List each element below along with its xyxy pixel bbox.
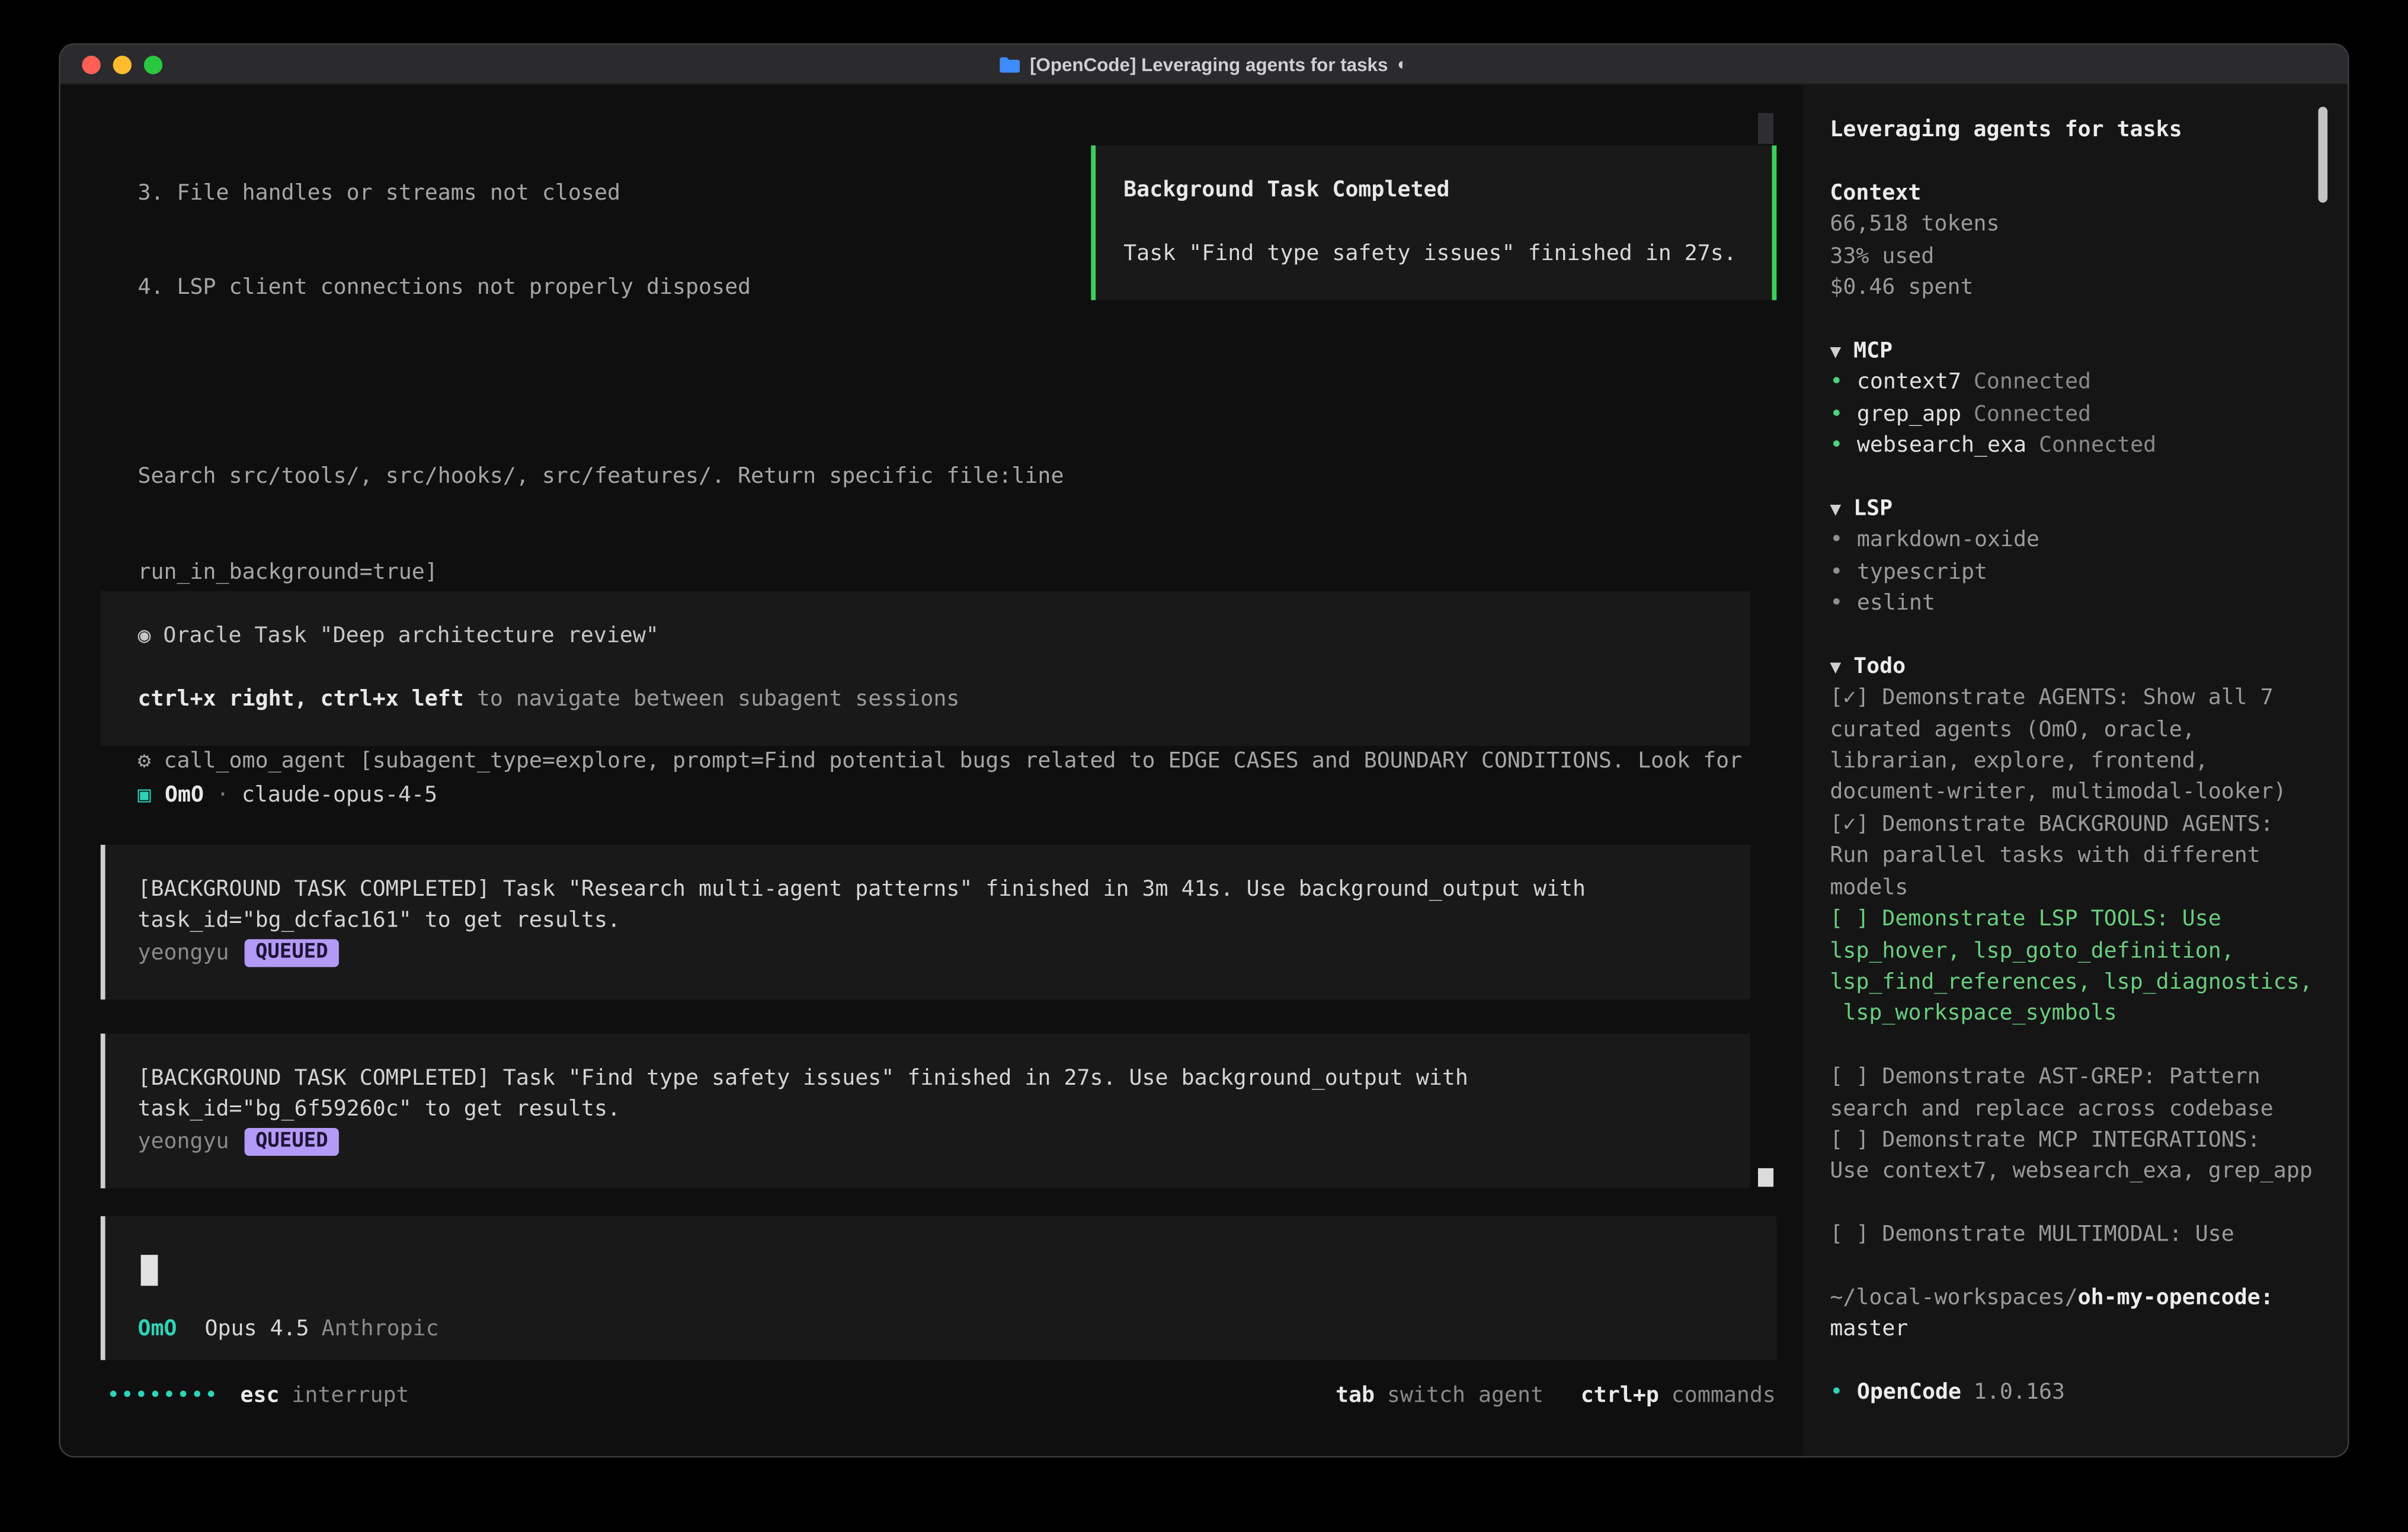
- mcp-item: •grep_appConnected: [1830, 399, 2340, 430]
- message-author: yeongyu: [137, 1126, 229, 1158]
- traffic-lights: [82, 56, 162, 74]
- todo-item-pending: [ ] Demonstrate MULTIMODAL: Use: [1830, 1219, 2340, 1251]
- separator-dot: ·: [216, 783, 229, 808]
- chevron-down-icon: ▼: [1830, 340, 1841, 362]
- agent-name: OmO: [165, 783, 204, 808]
- screen: [OpenCode] Leveraging agents for tasks ◐…: [0, 0, 2408, 1532]
- spinner-dots-icon: ••••••••: [107, 1380, 219, 1412]
- minimize-window-button[interactable]: [113, 56, 132, 74]
- queued-message: [BACKGROUND TASK COMPLETED] Task "Resear…: [101, 845, 1750, 999]
- session-sidebar: Leveraging agents for tasks Context 66,5…: [1804, 85, 2348, 1458]
- current-agent: OmO: [137, 1316, 177, 1341]
- folder-icon: [1000, 56, 1020, 72]
- message-line: [BACKGROUND TASK COMPLETED] Task "Resear…: [137, 874, 1750, 906]
- current-model: Opus 4.5: [205, 1316, 309, 1341]
- oracle-task-panel: ◉Oracle Task "Deep architecture review" …: [101, 591, 1750, 746]
- tab-key-label: switch agent: [1387, 1383, 1544, 1408]
- queued-badge: QUEUED: [245, 939, 339, 967]
- chat-scrollbar-thumb[interactable]: [1759, 1168, 1774, 1187]
- esc-key-label: interrupt: [292, 1383, 409, 1408]
- text-cursor: [141, 1255, 158, 1286]
- close-window-button[interactable]: [82, 56, 100, 74]
- todo-item-active: [ ] Demonstrate LSP TOOLS: Use lsp_hover…: [1830, 904, 2340, 1030]
- workspace-branch: master: [1830, 1314, 2340, 1345]
- toast-body: Task "Find type safety issues" finished …: [1123, 238, 1747, 270]
- todo-item-pending: [ ] Demonstrate MCP INTEGRATIONS: Use co…: [1830, 1125, 2340, 1188]
- esc-key-hint: esc: [240, 1383, 279, 1408]
- message-line: [BACKGROUND TASK COMPLETED] Task "Find t…: [137, 1063, 1750, 1094]
- lsp-item: •eslint: [1830, 588, 2340, 620]
- scrollback-line: Search src/tools/, src/hooks/, src/featu…: [137, 461, 1778, 493]
- agent-square-icon: ▣: [137, 783, 150, 808]
- prompt-input[interactable]: OmO Opus 4.5 Anthropic: [101, 1216, 1777, 1360]
- sidebar-scrollbar-thumb[interactable]: [2318, 107, 2327, 203]
- status-dot-icon: •: [1830, 433, 1843, 458]
- bullet-icon: •: [1830, 1380, 1843, 1405]
- status-dot-icon: •: [1830, 591, 1843, 616]
- message-line: task_id="bg_dcfac161" to get results.: [137, 906, 1750, 937]
- queued-badge: QUEUED: [245, 1128, 339, 1156]
- window-title-text: [OpenCode] Leveraging agents for tasks: [1030, 53, 1388, 75]
- agent-header: ▣ OmO · claude-opus-4-5: [137, 780, 437, 811]
- todo-item-done: [✓] Demonstrate BACKGROUND AGENTS: Run p…: [1830, 809, 2340, 904]
- mcp-item: •websearch_exaConnected: [1830, 430, 2340, 461]
- context-spent: $0.46 spent: [1830, 273, 2340, 304]
- background-task-toast: Background Task Completed Task "Find typ…: [1091, 146, 1776, 300]
- mcp-section-header[interactable]: ▼MCP: [1830, 335, 2340, 367]
- commands-key-hint: ctrl+p: [1581, 1383, 1659, 1408]
- status-bar: •••••••• esc interrupt tab switch agent ct…: [107, 1380, 1776, 1412]
- todo-section-header[interactable]: ▼Todo: [1830, 651, 2340, 682]
- workspace-path: ~/local-workspaces/oh-my-opencode:: [1830, 1283, 2340, 1314]
- queued-message: [BACKGROUND TASK COMPLETED] Task "Find t…: [101, 1034, 1750, 1188]
- agent-model: claude-opus-4-5: [242, 783, 437, 808]
- subagent-nav-hint: ctrl+x right, ctrl+x left to navigate be…: [137, 684, 1750, 715]
- message-author: yeongyu: [137, 937, 229, 969]
- terminal-window: [OpenCode] Leveraging agents for tasks ◐…: [59, 43, 2349, 1457]
- window-title: [OpenCode] Leveraging agents for tasks ◐: [1000, 53, 1407, 75]
- mcp-item: •context7Connected: [1830, 367, 2340, 399]
- scrollback-line: run_in_background=true]: [137, 556, 1778, 588]
- status-dot-icon: •: [1830, 528, 1843, 553]
- todo-item-done: [✓] Demonstrate AGENTS: Show all 7 curat…: [1830, 682, 2340, 809]
- record-icon: ◉: [137, 624, 150, 649]
- status-dot-icon: •: [1830, 370, 1843, 395]
- context-used: 33% used: [1830, 241, 2340, 272]
- tool-call-line: ⚙ call_omo_agent [subagent_type=explore,…: [137, 746, 1778, 777]
- model-info-row: OmO Opus 4.5 Anthropic: [137, 1313, 438, 1344]
- todo-item-pending: [ ] Demonstrate AST-GREP: Pattern search…: [1830, 1062, 2340, 1125]
- titlebar: [OpenCode] Leveraging agents for tasks ◐: [60, 45, 2348, 85]
- message-line: task_id="bg_6f59260c" to get results.: [137, 1095, 1750, 1126]
- status-dot-icon: •: [1830, 402, 1843, 427]
- commands-key-label: commands: [1671, 1383, 1776, 1408]
- oracle-task-title: ◉Oracle Task "Deep architecture review": [137, 620, 1750, 652]
- context-heading: Context: [1830, 178, 2340, 209]
- session-title: Leveraging agents for tasks: [1830, 114, 2340, 146]
- chevron-down-icon: ▼: [1830, 498, 1841, 520]
- chat-main: 3. File handles or streams not closed 4.…: [60, 85, 1804, 1458]
- model-provider: Anthropic: [322, 1316, 439, 1341]
- tab-key-hint: tab: [1336, 1383, 1375, 1408]
- version-line: •OpenCode1.0.163: [1830, 1377, 2340, 1409]
- terminal-scrollback: 3. File handles or streams not closed 4.…: [137, 114, 1778, 1409]
- scrollback-line: [137, 367, 1778, 399]
- lsp-section-header[interactable]: ▼LSP: [1830, 493, 2340, 525]
- hint-keys: ctrl+x right, ctrl+x left: [137, 687, 463, 711]
- status-dot-icon: •: [1830, 560, 1843, 585]
- zoom-window-button[interactable]: [144, 56, 162, 74]
- chevron-down-icon: ▼: [1830, 656, 1841, 678]
- toast-title: Background Task Completed: [1123, 175, 1747, 206]
- chat-scrollbar-thumb-top[interactable]: [1759, 113, 1774, 144]
- context-tokens: 66,518 tokens: [1830, 209, 2340, 241]
- lsp-item: •typescript: [1830, 556, 2340, 588]
- lsp-item: •markdown-oxide: [1830, 525, 2340, 556]
- focus-icon: ◐: [1397, 55, 1407, 73]
